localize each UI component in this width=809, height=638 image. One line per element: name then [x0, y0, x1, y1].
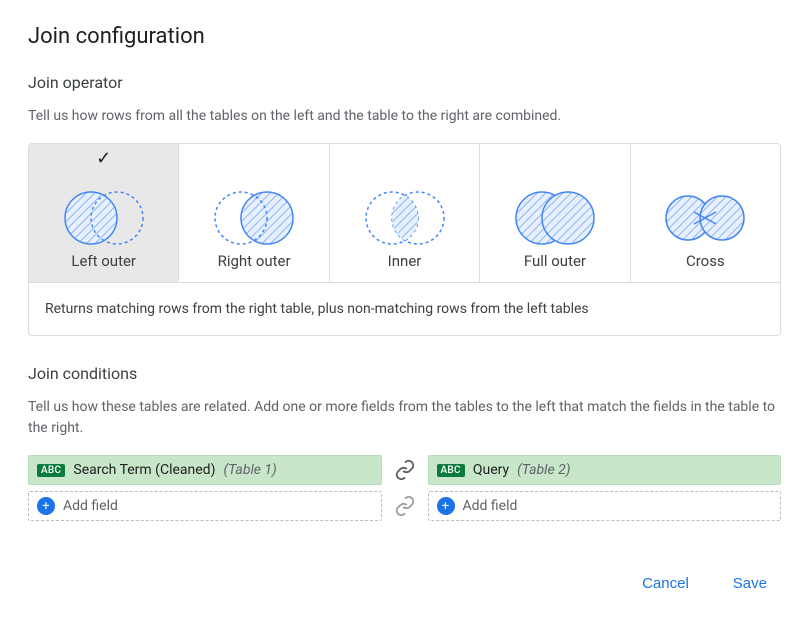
- operator-option-cross[interactable]: Cross: [631, 144, 780, 282]
- inner-venn-icon: [364, 190, 446, 246]
- link-icon: [382, 459, 428, 481]
- operator-heading: Join operator: [28, 73, 781, 92]
- right-outer-venn-icon: [213, 190, 295, 246]
- operator-option-label: Left outer: [71, 252, 136, 270]
- dialog-title: Join configuration: [28, 24, 781, 49]
- link-icon: [382, 495, 428, 517]
- table-ref: (Table 2): [517, 462, 570, 478]
- join-configuration-dialog: Join configuration Join operator Tell us…: [0, 0, 809, 618]
- add-left-field-button[interactable]: + Add field: [28, 491, 382, 521]
- operator-option-label: Cross: [686, 252, 725, 270]
- type-badge: ABC: [37, 464, 65, 477]
- add-right-field-button[interactable]: + Add field: [428, 491, 782, 521]
- operator-option-label: Inner: [388, 252, 422, 270]
- condition-left-field[interactable]: ABC Search Term (Cleaned) (Table 1): [28, 455, 382, 485]
- operator-option-full-outer[interactable]: Full outer: [480, 144, 630, 282]
- dialog-actions: Cancel Save: [28, 569, 781, 598]
- operator-option-left-outer[interactable]: ✓ Left outer: [29, 144, 179, 282]
- operator-option-right-outer[interactable]: Right outer: [179, 144, 329, 282]
- cross-venn-icon: [664, 190, 746, 246]
- operator-options: ✓ Left outer Right outer: [28, 143, 781, 283]
- operator-help: Tell us how rows from all the tables on …: [28, 106, 781, 127]
- full-outer-venn-icon: [514, 190, 596, 246]
- cancel-button[interactable]: Cancel: [634, 569, 697, 598]
- check-icon: ✓: [96, 150, 111, 168]
- field-name: Search Term (Cleaned): [73, 462, 215, 478]
- condition-add-row: + Add field + Add field: [28, 491, 781, 521]
- operator-description: Returns matching rows from the right tab…: [28, 283, 781, 336]
- operator-option-label: Right outer: [218, 252, 291, 270]
- plus-icon: +: [37, 497, 55, 515]
- left-outer-venn-icon: [63, 190, 145, 246]
- conditions-heading: Join conditions: [28, 364, 781, 383]
- plus-icon: +: [437, 497, 455, 515]
- field-name: Query: [473, 462, 509, 478]
- operator-option-inner[interactable]: Inner: [330, 144, 480, 282]
- add-field-label: Add field: [463, 498, 518, 514]
- type-badge: ABC: [437, 464, 465, 477]
- condition-row: ABC Search Term (Cleaned) (Table 1) ABC …: [28, 455, 781, 485]
- condition-right-field[interactable]: ABC Query (Table 2): [428, 455, 782, 485]
- save-button[interactable]: Save: [725, 569, 775, 598]
- table-ref: (Table 1): [223, 462, 276, 478]
- operator-option-label: Full outer: [524, 252, 586, 270]
- add-field-label: Add field: [63, 498, 118, 514]
- conditions-help: Tell us how these tables are related. Ad…: [28, 397, 781, 439]
